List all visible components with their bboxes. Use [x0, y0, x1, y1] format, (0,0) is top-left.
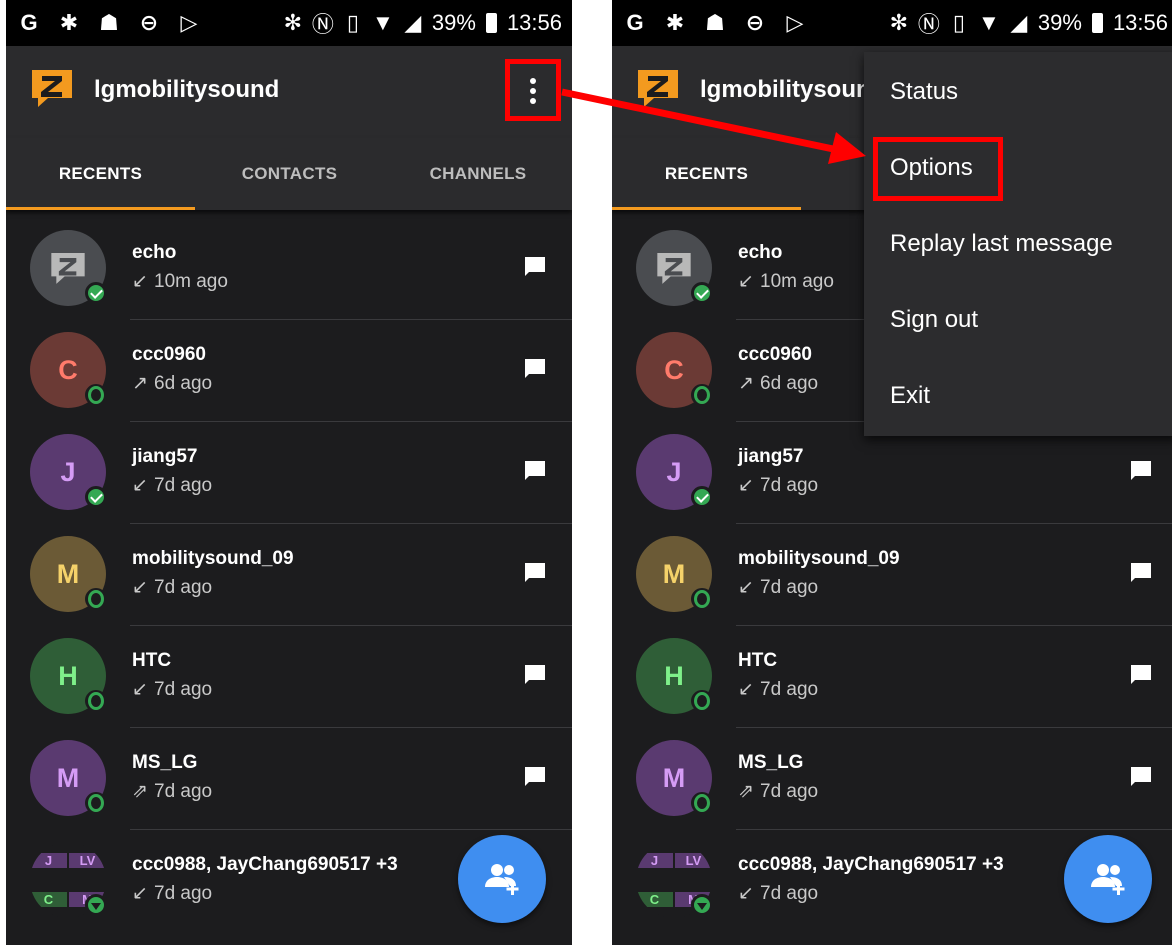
highlight-options [873, 137, 1003, 201]
highlight-overflow-menu [505, 59, 561, 121]
